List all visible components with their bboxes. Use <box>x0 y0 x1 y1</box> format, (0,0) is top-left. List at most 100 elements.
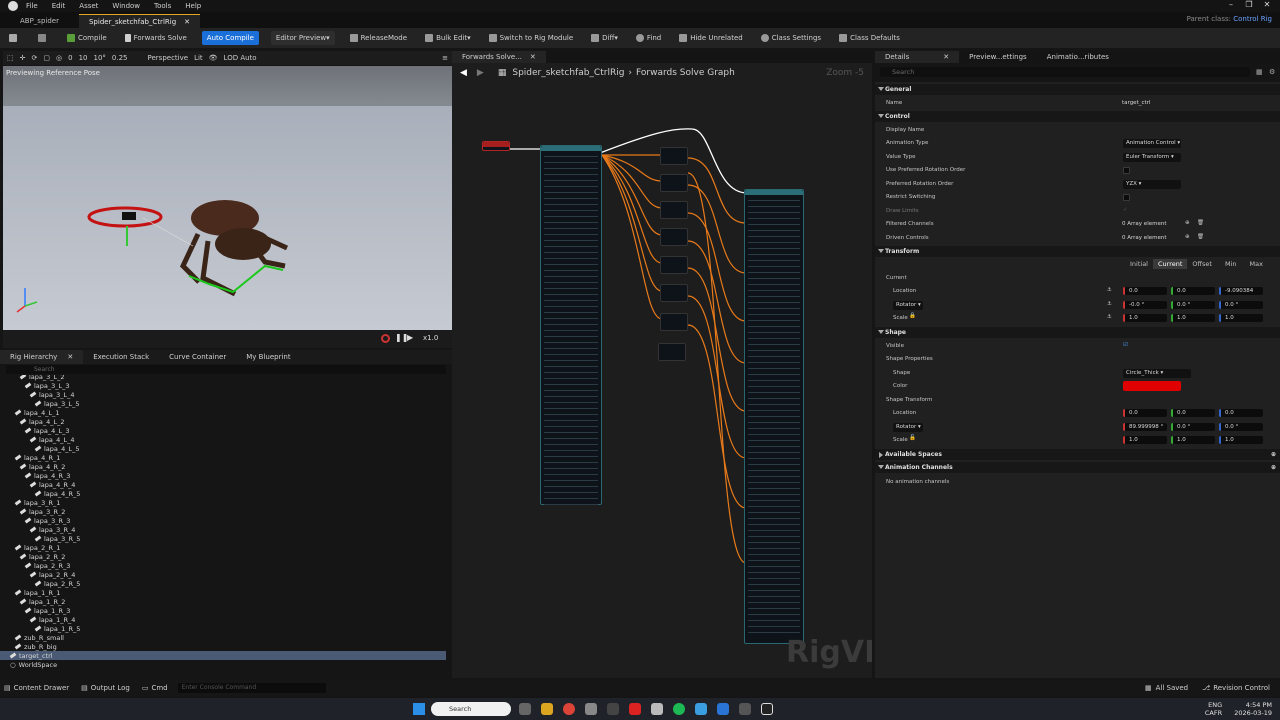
tree-item[interactable]: lapa_1_R_5 <box>0 624 446 633</box>
transform-tab-offset[interactable]: Offset <box>1187 259 1217 269</box>
reset-anchor-icon[interactable]: ⚓ <box>1107 287 1112 293</box>
shape-scale-z-input[interactable]: 1.0 <box>1219 436 1263 444</box>
vscode-icon[interactable] <box>717 703 729 715</box>
rotation-y-input[interactable]: 0.0 ° <box>1171 301 1215 309</box>
diff-button[interactable]: Diff ▾ <box>588 31 621 45</box>
tree-item[interactable]: lapa_4_L_4 <box>0 435 446 444</box>
rotation-snap-value[interactable]: 0 <box>68 54 72 62</box>
add-element-icon[interactable]: ⊕ <box>1185 234 1190 240</box>
close-tab-icon[interactable]: ✕ <box>67 353 73 361</box>
close-tab-icon[interactable]: ✕ <box>530 53 536 61</box>
clock[interactable]: 4:54 PM 2026-03-19 <box>1234 701 1272 717</box>
add-icon[interactable]: ⊕ <box>1271 464 1276 471</box>
spider-scene[interactable] <box>3 66 452 330</box>
tab-abp-spider[interactable]: ABP_spider <box>10 14 69 28</box>
reset-anchor-icon[interactable]: ⚓ <box>1107 314 1112 320</box>
grid-snap-value[interactable]: 10 <box>79 54 88 62</box>
location-x-input[interactable]: 0.0 <box>1123 287 1167 295</box>
rotator-dropdown[interactable]: Rotator ▾ <box>893 301 923 310</box>
rigvm-graph-editor[interactable]: ◀ ▶ ▦ Spider_sketchfab_CtrlRig › Forward… <box>452 63 872 678</box>
add-icon[interactable]: ⊕ <box>1271 451 1276 458</box>
shape-rotation-x-input[interactable]: 89.999998 ° <box>1123 423 1167 431</box>
tab-my-blueprint[interactable]: My Blueprint <box>236 350 300 364</box>
full-body-ik-node[interactable] <box>744 189 804 644</box>
move-tool-icon[interactable]: ✛ <box>20 54 26 62</box>
section-control[interactable]: Control <box>875 111 1280 122</box>
use-pref-rot-checkbox[interactable] <box>1123 167 1130 174</box>
record-icon[interactable] <box>381 334 390 343</box>
location-y-input[interactable]: 0.0 <box>1171 287 1215 295</box>
settings-gear-icon[interactable]: ⚙ <box>1269 68 1275 76</box>
chrome-icon[interactable] <box>563 703 575 715</box>
3d-viewport[interactable]: Previewing Reference Pose <box>3 66 452 330</box>
menu-window[interactable]: Window <box>112 2 140 10</box>
taskbar-search-input[interactable]: Search <box>431 702 511 716</box>
menu-edit[interactable]: Edit <box>52 2 66 10</box>
color-swatch[interactable] <box>1123 381 1181 391</box>
forwards-solve-event-node[interactable] <box>482 141 510 151</box>
spotify-icon[interactable] <box>673 703 685 715</box>
scale-tool-icon[interactable]: ▢ <box>43 54 50 62</box>
get-transform-node[interactable] <box>658 343 686 361</box>
lod-dropdown[interactable]: LOD Auto <box>224 54 257 62</box>
cmd-dropdown[interactable]: Cmd <box>151 684 167 692</box>
switch-rig-module-button[interactable]: Switch to Rig Module <box>486 31 577 45</box>
hierarchy-search-input[interactable]: Search <box>6 365 446 374</box>
shape-rotator-dropdown[interactable]: Rotator ▾ <box>893 423 923 432</box>
unlock-icon[interactable]: 🔓 <box>909 435 916 441</box>
restrict-switching-checkbox[interactable] <box>1123 194 1130 201</box>
view-options-icon[interactable]: ▦ <box>1256 68 1263 76</box>
bulk-edit-button[interactable]: Bulk Edit ▾ <box>422 31 474 45</box>
tree-item[interactable]: lapa_2_R_2 <box>0 552 446 561</box>
class-settings-button[interactable]: Class Settings <box>758 31 824 45</box>
app-icon[interactable] <box>739 703 751 715</box>
app-icon[interactable] <box>629 703 641 715</box>
tab-animation-attributes[interactable]: Animatio...ributes <box>1037 51 1119 63</box>
revision-control-button[interactable]: Revision Control <box>1213 684 1270 692</box>
shape-rotation-z-input[interactable]: 0.0 ° <box>1219 423 1263 431</box>
get-transform-node[interactable] <box>660 228 688 246</box>
tree-item[interactable]: lapa_3_R_5 <box>0 534 446 543</box>
get-transform-node[interactable] <box>660 313 688 331</box>
details-search-input[interactable]: Search <box>880 67 1250 77</box>
location-z-input[interactable]: -9.090384 <box>1219 287 1263 295</box>
section-animation-channels[interactable]: Animation Channels ⊕ <box>875 462 1280 473</box>
all-saved-button[interactable]: All Saved <box>1156 684 1189 692</box>
get-transform-node[interactable] <box>660 147 688 165</box>
class-defaults-button[interactable]: Class Defaults <box>836 31 903 45</box>
add-element-icon[interactable]: ⊕ <box>1185 220 1190 226</box>
parent-class-link[interactable]: Control Rig <box>1233 15 1272 23</box>
maximize-icon[interactable]: ❐ <box>1240 0 1258 9</box>
console-input[interactable]: Enter Console Command <box>177 683 326 693</box>
menu-asset[interactable]: Asset <box>79 2 98 10</box>
tree-item[interactable]: lapa_3_R_1 <box>0 498 446 507</box>
play-icon[interactable]: ▶ <box>407 333 413 342</box>
scale-snap-value[interactable]: 0.25 <box>112 54 128 62</box>
forwards-solve-button[interactable]: Forwards Solve <box>122 31 190 45</box>
tree-item[interactable]: target_ctrl <box>0 651 446 660</box>
tree-item[interactable]: lapa_3_L_5 <box>0 399 446 408</box>
shape-location-x-input[interactable]: 0.0 <box>1123 409 1167 417</box>
content-drawer-button[interactable]: Content Drawer <box>14 684 70 692</box>
scale-y-input[interactable]: 1.0 <box>1171 314 1215 322</box>
get-transform-node[interactable] <box>660 256 688 274</box>
world-local-icon[interactable]: ◎ <box>56 54 62 62</box>
browse-icon[interactable] <box>35 31 52 45</box>
release-mode-button[interactable]: ReleaseMode <box>347 31 410 45</box>
menu-tools[interactable]: Tools <box>154 2 171 10</box>
minimize-icon[interactable]: – <box>1222 0 1240 9</box>
language-indicator[interactable]: ENG CAFR <box>1205 701 1222 717</box>
tab-curve-container[interactable]: Curve Container <box>159 350 236 364</box>
tab-preview-settings[interactable]: Preview...ettings <box>959 51 1037 63</box>
transform-tab-current[interactable]: Current <box>1153 259 1188 269</box>
tree-item[interactable]: lapa_2_R_3 <box>0 561 446 570</box>
visible-checkbox[interactable]: ☑ <box>1123 342 1128 348</box>
scale-z-input[interactable]: 1.0 <box>1219 314 1263 322</box>
app-icon[interactable] <box>607 703 619 715</box>
tree-item[interactable]: lapa_4_R_1 <box>0 453 446 462</box>
tree-item[interactable]: lapa_4_R_3 <box>0 471 446 480</box>
shape-rotation-y-input[interactable]: 0.0 ° <box>1171 423 1215 431</box>
tree-item[interactable]: lapa_2_R_5 <box>0 579 446 588</box>
animation-type-dropdown[interactable]: Animation Control ▾ <box>1123 139 1181 148</box>
file-explorer-icon[interactable] <box>541 703 553 715</box>
